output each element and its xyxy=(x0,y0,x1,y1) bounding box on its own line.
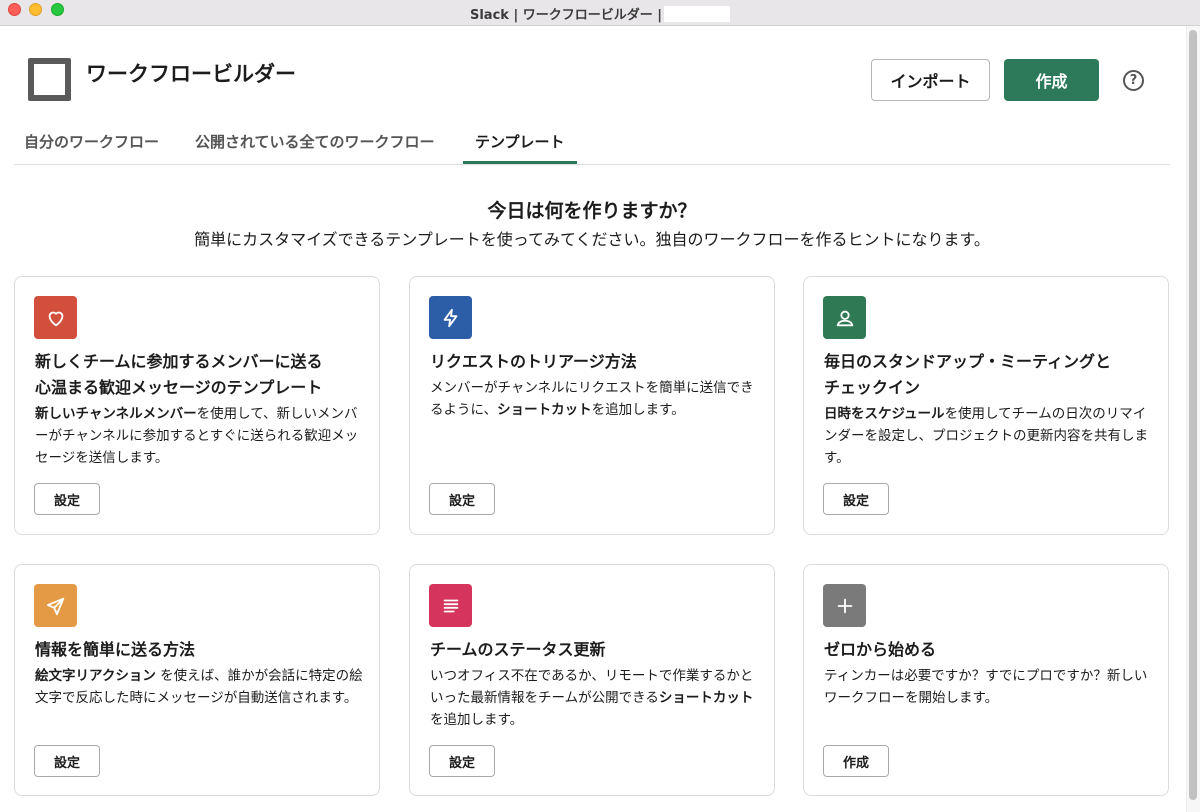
template-card-status-update[interactable]: チームのステータス更新 いつオフィス不在であるか、リモートで作業するかといった最… xyxy=(409,564,775,796)
card-description: 新しいチャンネルメンバーを使用して、新しいメンバーがチャンネルに参加するとすぐに… xyxy=(35,403,365,469)
card-title: ゼロから始める xyxy=(824,637,1154,663)
page-title: ワークフロービルダー xyxy=(86,62,296,86)
window-titlebar: Slack | ワークフロービルダー | xyxy=(0,0,1200,26)
card-title-line: 毎日のスタンドアップ・ミーティングと xyxy=(824,352,1112,371)
plus-icon xyxy=(823,584,866,627)
card-description-bold: ショートカット xyxy=(497,402,592,418)
template-card-welcome[interactable]: 新しくチームに参加するメンバーに送る 心温まる歓迎メッセージのテンプレート 新し… xyxy=(14,276,380,535)
setup-button[interactable]: 設定 xyxy=(34,483,100,515)
setup-button[interactable]: 設定 xyxy=(429,483,495,515)
scrollbar-thumb[interactable] xyxy=(1189,30,1197,800)
heart-icon xyxy=(34,296,77,339)
hero-title: 今日は何を作りますか？ xyxy=(487,200,697,222)
card-description: メンバーがチャンネルにリクエストを簡単に送信できるように、ショートカットを追加し… xyxy=(430,377,760,421)
template-card-from-scratch[interactable]: ゼロから始める ティンカーは必要ですか？すでにプロですか？新しいワークフローを開… xyxy=(803,564,1169,796)
card-description: いつオフィス不在であるか、リモートで作業するかといった最新情報をチームが公開でき… xyxy=(430,665,760,731)
create-from-scratch-button[interactable]: 作成 xyxy=(823,745,889,777)
lightning-icon xyxy=(429,296,472,339)
create-button[interactable]: 作成 xyxy=(1004,59,1099,101)
card-title-line: 情報を簡単に送る方法 xyxy=(35,640,196,659)
card-title: チームのステータス更新 xyxy=(430,637,760,663)
card-title: リクエストのトリアージ方法 xyxy=(430,349,760,375)
tab-published-workflows[interactable]: 公開されている全てのワークフロー xyxy=(195,131,435,164)
card-description-text: を追加します。 xyxy=(430,712,524,728)
template-card-standup[interactable]: 毎日のスタンドアップ・ミーティングと チェックイン 日時をスケジュールを使用して… xyxy=(803,276,1169,535)
import-button[interactable]: インポート xyxy=(871,59,990,101)
lines-icon xyxy=(429,584,472,627)
card-description-bold: 新しいチャンネルメンバー xyxy=(35,406,197,422)
setup-button[interactable]: 設定 xyxy=(34,745,100,777)
card-description-bold: 絵文字リアクション xyxy=(35,668,156,684)
card-title-line: チームのステータス更新 xyxy=(430,640,606,659)
card-description: 絵文字リアクション を使えば、誰かが会話に特定の絵文字で反応した時にメッセージが… xyxy=(35,665,365,709)
tab-templates[interactable]: テンプレート xyxy=(463,131,577,164)
window-title: Slack | ワークフロービルダー | xyxy=(0,4,1200,23)
tab-my-workflows[interactable]: 自分のワークフロー xyxy=(24,131,159,164)
window-title-text: Slack | ワークフロービルダー | xyxy=(469,8,663,23)
person-icon xyxy=(823,296,866,339)
card-description-text: ティンカーは必要ですか？すでにプロですか？新しいワークフローを開始します。 xyxy=(824,668,1148,706)
help-icon[interactable]: ? xyxy=(1123,70,1144,91)
card-title: 情報を簡単に送る方法 xyxy=(35,637,365,663)
card-description: 日時をスケジュールを使用してチームの日次のリマインダーを設定し、プロジェクトの更… xyxy=(824,403,1154,469)
setup-button[interactable]: 設定 xyxy=(429,745,495,777)
tab-bar: 自分のワークフロー 公開されている全てのワークフロー テンプレート xyxy=(14,126,1170,165)
card-title-line: ゼロから始める xyxy=(824,640,937,659)
card-title-line: 新しくチームに参加するメンバーに送る xyxy=(35,352,323,371)
template-card-request-triage[interactable]: リクエストのトリアージ方法 メンバーがチャンネルにリクエストを簡単に送信できるよ… xyxy=(409,276,775,535)
card-title: 毎日のスタンドアップ・ミーティングと チェックイン xyxy=(824,349,1154,401)
paper-plane-icon xyxy=(34,584,77,627)
card-title-line: チェックイン xyxy=(824,378,921,397)
hero-subtitle: 簡単にカスタマイズできるテンプレートを使ってみてください。独自のワークフローを作… xyxy=(194,230,990,249)
card-title-line: 心温まる歓迎メッセージのテンプレート xyxy=(35,378,323,397)
workflow-builder-logo xyxy=(28,58,71,101)
card-title-line: リクエストのトリアージ方法 xyxy=(430,352,637,371)
redaction-box xyxy=(664,6,731,22)
card-description-bold: ショートカット xyxy=(658,690,754,706)
card-title: 新しくチームに参加するメンバーに送る 心温まる歓迎メッセージのテンプレート xyxy=(35,349,365,401)
template-card-emoji-reaction[interactable]: 情報を簡単に送る方法 絵文字リアクション を使えば、誰かが会話に特定の絵文字で反… xyxy=(14,564,380,796)
card-description-bold: 日時をスケジュール xyxy=(824,406,945,422)
card-description: ティンカーは必要ですか？すでにプロですか？新しいワークフローを開始します。 xyxy=(824,665,1154,709)
card-description-text: を追加します。 xyxy=(591,402,685,418)
setup-button[interactable]: 設定 xyxy=(823,483,889,515)
